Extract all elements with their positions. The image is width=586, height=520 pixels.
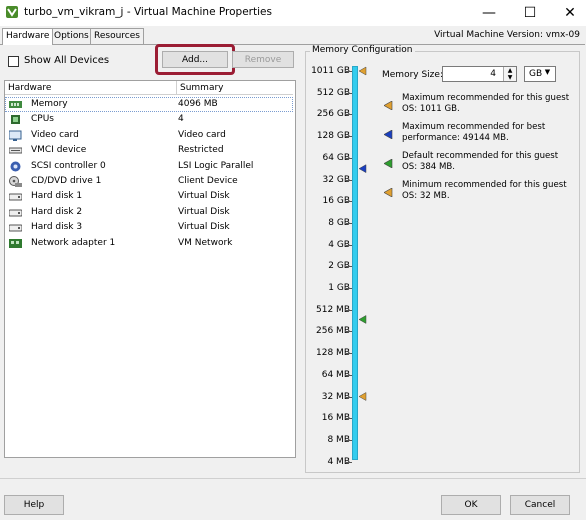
default-recommended-icon	[384, 159, 393, 168]
table-row[interactable]: Hard disk 2 Virtual Disk	[5, 205, 293, 220]
hard-disk-icon	[9, 224, 22, 232]
window-title: turbo_vm_vikram_j - Virtual Machine Prop…	[24, 6, 272, 18]
row-summary: LSI Logic Parallel	[178, 160, 254, 171]
cancel-button[interactable]: Cancel	[510, 495, 570, 515]
remove-button[interactable]: Remove	[232, 51, 294, 68]
row-summary: Client Device	[178, 176, 238, 186]
add-button-highlight	[155, 44, 235, 75]
minimize-icon: —	[482, 5, 496, 21]
row-summary: 4	[178, 114, 184, 125]
table-row[interactable]: Video card Video card	[5, 128, 293, 143]
hard-disk-icon	[9, 209, 22, 217]
cpu-icon	[11, 115, 20, 125]
best-performance-icon	[384, 130, 393, 139]
close-icon: ✕	[564, 5, 576, 21]
row-hardware-name: Network adapter 1	[31, 237, 116, 248]
row-hardware-name: Hard disk 3	[31, 222, 83, 233]
row-hardware-name: Hard disk 1	[31, 191, 83, 202]
table-row[interactable]: Memory 4096 MB	[5, 97, 293, 112]
memory-size-label: Memory Size:	[382, 70, 443, 80]
table-row[interactable]: Hard disk 3 Virtual Disk	[5, 220, 293, 235]
memory-legend-text: Maximum recommended for this guest OS: 1…	[402, 93, 570, 114]
memory-size-value: 4	[490, 69, 496, 79]
memory-unit-select[interactable]: GB ▼	[524, 66, 556, 82]
maximize-icon: ☐	[523, 5, 537, 21]
tab-options[interactable]: Options	[50, 28, 93, 44]
table-row[interactable]: Network adapter 1 VM Network	[5, 236, 293, 251]
video-card-icon	[9, 130, 22, 141]
row-hardware-name: Memory	[31, 99, 68, 109]
chevron-down-icon: ▼	[544, 68, 551, 76]
best-performance-marker[interactable]	[358, 164, 367, 174]
maximize-button[interactable]: ☐	[508, 0, 552, 26]
spin-down-icon[interactable]: ▼	[504, 74, 516, 81]
hard-disk-icon	[9, 193, 22, 201]
row-hardware-name: Video card	[31, 129, 79, 140]
memory-configuration-title: Memory Configuration	[310, 45, 415, 55]
vsphere-app-icon	[6, 6, 18, 18]
row-hardware-name: CPUs	[31, 114, 54, 125]
memory-legend-text: Minimum recommended for this guest OS: 3…	[402, 180, 567, 201]
max-recommended-icon	[384, 101, 393, 110]
minimize-button[interactable]: —	[467, 0, 511, 26]
memory-unit-value: GB	[529, 69, 543, 79]
row-summary: 4096 MB	[178, 99, 218, 109]
memory-scale-markers	[358, 66, 367, 401]
tab-hardware[interactable]: Hardware	[2, 28, 54, 45]
footer-separator	[0, 478, 586, 479]
tab-resources[interactable]: Resources	[90, 28, 144, 44]
close-button[interactable]: ✕	[548, 0, 586, 26]
min-marker[interactable]	[358, 392, 367, 401]
default-marker[interactable]	[358, 315, 367, 324]
show-all-devices-checkbox[interactable]	[8, 56, 19, 67]
scsi-controller-icon	[10, 161, 21, 172]
row-summary: Restricted	[178, 145, 224, 156]
memory-legend-text: Maximum recommended for best performance…	[402, 122, 546, 143]
table-row[interactable]: VMCI device Restricted	[5, 143, 293, 158]
hardware-table: Hardware Summary Memory 4096 MB CPUs 4 Video…	[4, 80, 296, 458]
memory-legend-text: Default recommended for this guest OS: 3…	[402, 151, 559, 172]
spin-up-icon[interactable]: ▲	[504, 67, 516, 74]
row-summary: Virtual Disk	[178, 206, 230, 217]
row-summary: Virtual Disk	[178, 222, 230, 233]
row-hardware-name: VMCI device	[31, 145, 87, 156]
column-header-hardware[interactable]: Hardware	[5, 81, 177, 95]
table-row[interactable]: CD/DVD drive 1 Client Device	[5, 174, 293, 189]
max-guest-marker[interactable]	[358, 66, 367, 76]
table-row[interactable]: CPUs 4	[5, 112, 293, 127]
ok-button[interactable]: OK	[441, 495, 501, 515]
table-row[interactable]: Hard disk 1 Virtual Disk	[5, 189, 293, 204]
vm-version-label: Virtual Machine Version: vmx-09	[434, 30, 580, 40]
min-recommended-icon	[384, 188, 393, 197]
memory-size-input[interactable]: 4 ▲ ▼	[442, 66, 517, 82]
memory-size-spinner[interactable]: ▲ ▼	[503, 67, 516, 81]
help-button[interactable]: Help	[4, 495, 64, 515]
cd-dvd-icon	[9, 176, 22, 187]
row-summary: VM Network	[178, 237, 233, 248]
network-adapter-icon	[9, 238, 22, 248]
row-summary: Video card	[178, 129, 226, 140]
column-header-summary[interactable]: Summary	[177, 81, 293, 95]
row-hardware-name: SCSI controller 0	[31, 160, 106, 171]
vmci-device-icon	[9, 147, 22, 154]
show-all-devices-label: Show All Devices	[24, 55, 110, 66]
row-hardware-name: Hard disk 2	[31, 206, 83, 217]
table-row[interactable]: SCSI controller 0 LSI Logic Parallel	[5, 159, 293, 174]
memory-icon	[9, 101, 22, 108]
row-hardware-name: CD/DVD drive 1	[31, 176, 102, 186]
row-summary: Virtual Disk	[178, 191, 230, 202]
